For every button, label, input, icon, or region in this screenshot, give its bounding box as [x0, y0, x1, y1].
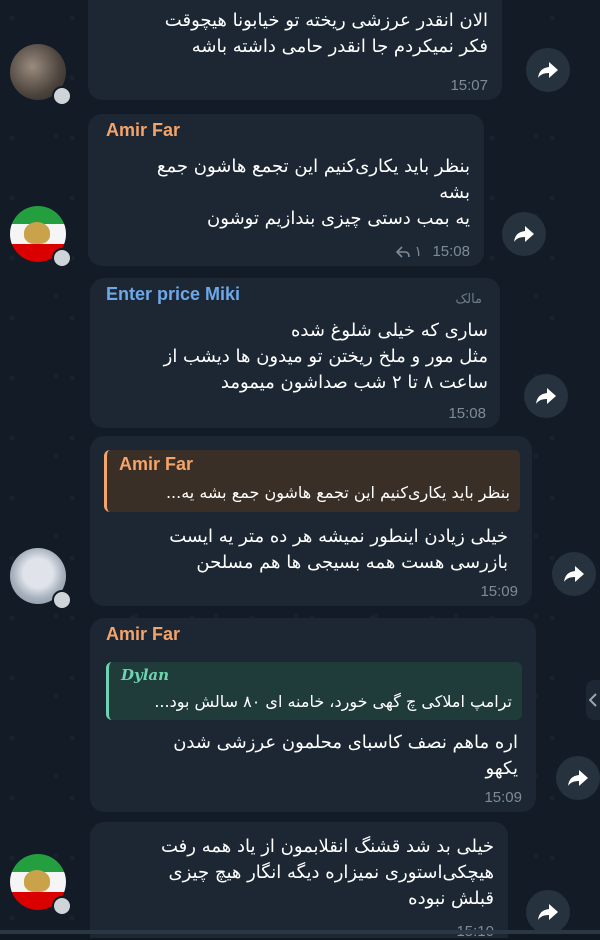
- forward-icon: [538, 904, 558, 920]
- forward-icon: [568, 770, 588, 786]
- forward-button[interactable]: [502, 212, 546, 256]
- input-area-edge: [0, 930, 600, 934]
- quote-sender: Dylan: [121, 666, 170, 684]
- reply-quote[interactable]: Amir Far بنظر باید یکاری‌کنیم این تجمع ه…: [104, 450, 520, 512]
- forward-button[interactable]: [556, 756, 600, 800]
- forward-button[interactable]: [526, 48, 570, 92]
- status-dot: [52, 590, 72, 610]
- message-bubble[interactable]: الان انقدر عرزشی ریخته تو خیابونا هیچوقت…: [88, 0, 502, 100]
- quote-text: بنظر باید یکاری‌کنیم این تجمع هاشون جمع …: [165, 483, 510, 502]
- scroll-side-handle[interactable]: [586, 680, 600, 720]
- sender-name[interactable]: Amir Far: [106, 120, 180, 141]
- message-text: الان انقدر عرزشی ریخته تو خیابونا هیچوقت…: [164, 10, 488, 57]
- forward-button[interactable]: [526, 890, 570, 934]
- message-time: 15:07: [450, 77, 488, 94]
- message-bubble[interactable]: خیلی بد شد قشنگ انقلابمون از یاد همه رفت…: [90, 822, 508, 940]
- forward-icon: [536, 388, 556, 404]
- sender-name[interactable]: Amir Far: [106, 624, 180, 645]
- reply-quote[interactable]: Dylan ترامپ املاکی چ گهی خورد، خامنه ای …: [106, 662, 522, 720]
- message-time: 15:09: [484, 789, 522, 806]
- status-dot: [52, 896, 72, 916]
- reply-count[interactable]: ۱: [396, 244, 422, 260]
- forward-icon: [514, 226, 534, 242]
- message-text: خیلی زیادن اینطور نمیشه هر ده متر یه ایس…: [169, 526, 508, 573]
- message-text: خیلی بد شد قشنگ انقلابمون از یاد همه رفت…: [161, 836, 494, 909]
- quote-text: ترامپ املاکی چ گهی خورد، خامنه ای ۸۰ سال…: [154, 692, 512, 711]
- message-bubble[interactable]: Amir Far Dylan ترامپ املاکی چ گهی خورد، …: [90, 618, 536, 812]
- message-text: اره ماهم نصف کاسبای محلمون عرزشی شدن یکه…: [173, 732, 518, 779]
- message-time: 15:08: [432, 243, 470, 260]
- forward-icon: [564, 566, 584, 582]
- message-bubble[interactable]: Enter price Miki مالک ساری که خیلی شلوغ …: [90, 278, 500, 428]
- reply-icon: [396, 246, 411, 258]
- status-dot: [52, 86, 72, 106]
- message-time: 15:09: [480, 583, 518, 600]
- forward-icon: [538, 62, 558, 78]
- message-text: ساری که خیلی شلوغ شده مثل مور و ملخ ریخت…: [163, 320, 488, 393]
- forward-button[interactable]: [552, 552, 596, 596]
- message-bubble[interactable]: Amir Far بنظر باید یکاری‌کنیم این تجمع ه…: [88, 114, 484, 266]
- message-time: 15:08: [448, 405, 486, 422]
- status-dot: [52, 248, 72, 268]
- admin-badge: مالک: [455, 292, 482, 307]
- message-text: بنظر باید یکاری‌کنیم این تجمع هاشون جمع …: [156, 156, 470, 229]
- message-bubble[interactable]: Amir Far بنظر باید یکاری‌کنیم این تجمع ه…: [90, 436, 532, 606]
- chevron-left-icon: [589, 693, 597, 707]
- quote-sender: Amir Far: [119, 454, 194, 474]
- forward-button[interactable]: [524, 374, 568, 418]
- sender-name[interactable]: Enter price Miki: [106, 284, 240, 305]
